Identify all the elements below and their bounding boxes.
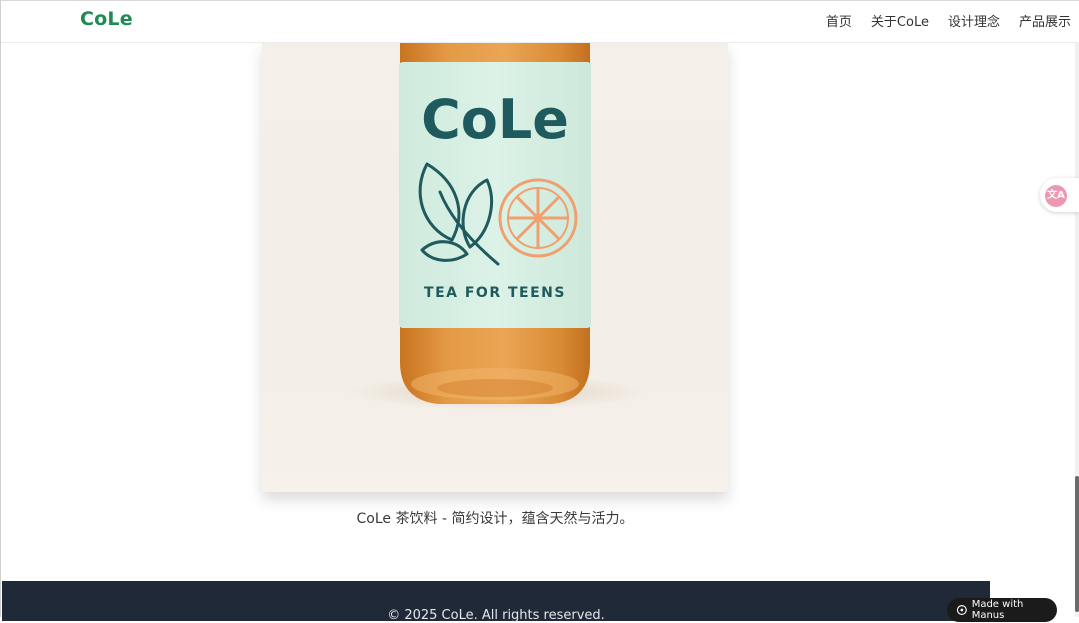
window-left-border (0, 0, 1, 617)
nav-link-products[interactable]: 产品展示 (1019, 11, 1071, 30)
product-image: CoLe TEA FOR TEENS (262, 42, 728, 492)
site-footer: © 2025 CoLe. All rights reserved. (2, 581, 990, 623)
nav-link-about[interactable]: 关于CoLe (871, 11, 929, 30)
label-tagline: TEA FOR TEENS (424, 285, 566, 301)
made-with-manus-badge[interactable]: Made with Manus (947, 598, 1057, 622)
footer-copyright: © 2025 CoLe. All rights reserved. (387, 608, 605, 623)
bottle-illustration: CoLe TEA FOR TEENS (348, 42, 648, 410)
manus-icon (956, 605, 967, 615)
scrollbar-thumb[interactable] (1075, 476, 1079, 612)
nav-links: 首页 关于CoLe 设计理念 产品展示 (826, 11, 1071, 30)
translate-icon[interactable]: 文A (1045, 185, 1067, 207)
product-caption: CoLe 茶饮料 - 简约设计，蕴含天然与活力。 (356, 511, 634, 527)
nav-link-home[interactable]: 首页 (826, 11, 852, 30)
nav-link-design[interactable]: 设计理念 (948, 11, 1000, 30)
site-logo[interactable]: CoLe (80, 8, 133, 30)
navbar: CoLe 首页 关于CoLe 设计理念 产品展示 (1, 1, 1075, 43)
manus-badge-label: Made with Manus (971, 599, 1024, 621)
label-brand: CoLe (421, 88, 569, 151)
translate-widget[interactable]: 文A (1040, 178, 1079, 212)
